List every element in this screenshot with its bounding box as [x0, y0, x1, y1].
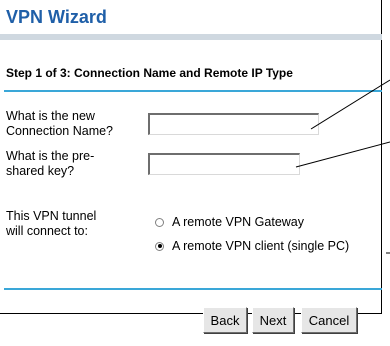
radio-remote-client[interactable] — [155, 241, 164, 251]
tunnel-target-label-line1: This VPN tunnel — [6, 209, 97, 223]
remote-client-option[interactable]: A remote VPN client (single PC) — [155, 239, 349, 253]
connection-name-input[interactable] — [148, 113, 319, 135]
next-button[interactable]: Next — [252, 307, 294, 333]
radio-remote-gateway[interactable] — [155, 217, 164, 227]
back-button[interactable]: Back — [203, 307, 247, 333]
button-divider — [4, 288, 382, 290]
preshared-key-label: What is the pre- shared key? — [6, 149, 94, 179]
preshared-key-label-line2: shared key? — [6, 164, 75, 178]
remote-gateway-label: A remote VPN Gateway — [172, 215, 305, 229]
title-separator — [0, 34, 382, 40]
preshared-key-input[interactable] — [148, 153, 300, 175]
cancel-button[interactable]: Cancel — [301, 307, 357, 333]
step-divider — [4, 90, 382, 92]
wizard-title: VPN Wizard — [6, 7, 107, 27]
connection-name-label-line1: What is the new — [6, 109, 95, 123]
tunnel-target-label: This VPN tunnel will connect to: — [6, 209, 96, 239]
remote-gateway-option[interactable]: A remote VPN Gateway — [155, 215, 304, 229]
step-heading: Step 1 of 3: Connection Name and Remote … — [6, 66, 293, 80]
connection-name-label-line2: Connection Name? — [6, 124, 114, 138]
connection-name-label: What is the new Connection Name? — [6, 109, 113, 139]
tunnel-target-label-line2: will connect to: — [6, 224, 88, 238]
preshared-key-label-line1: What is the pre- — [6, 149, 95, 163]
remote-client-label: A remote VPN client (single PC) — [172, 239, 350, 253]
